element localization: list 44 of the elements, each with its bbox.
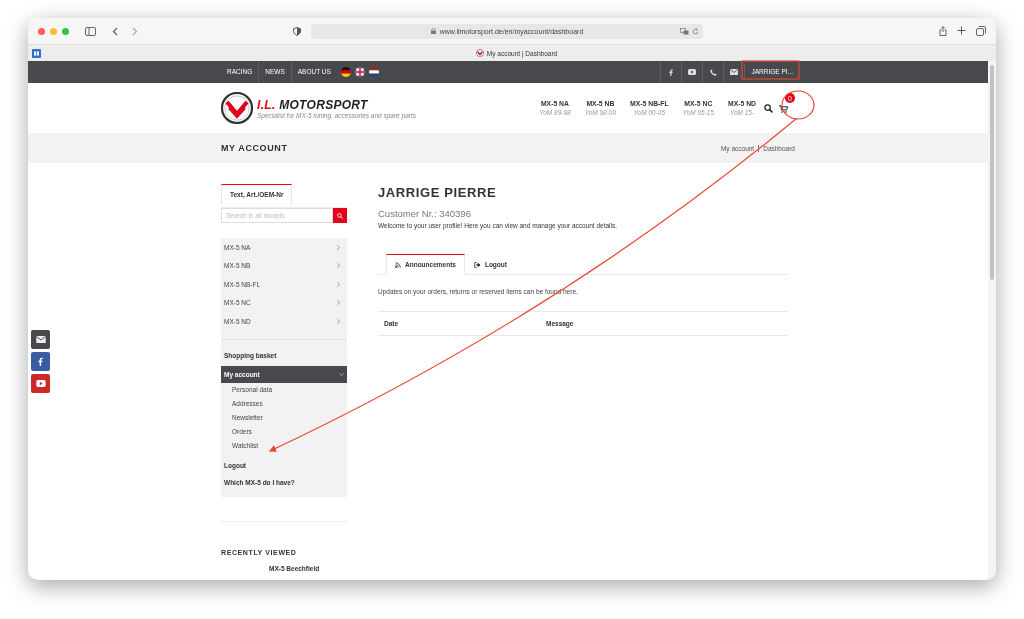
youtube-button[interactable] xyxy=(31,374,50,393)
favicon-icon xyxy=(475,49,484,57)
reload-icon[interactable] xyxy=(692,27,699,35)
rss-icon xyxy=(395,261,401,268)
facebook-icon[interactable] xyxy=(669,68,674,76)
facebook-icon xyxy=(38,357,43,366)
mail-button[interactable] xyxy=(31,330,50,349)
mail-icon xyxy=(35,336,46,343)
youtube-icon[interactable] xyxy=(688,69,697,75)
shield-icon[interactable] xyxy=(293,26,301,36)
page-title: MY ACCOUNT xyxy=(221,143,288,153)
flag-icon[interactable] xyxy=(340,67,351,77)
phone-icon[interactable] xyxy=(709,68,717,76)
scrollbar-thumb[interactable] xyxy=(990,65,994,280)
extension-icon[interactable] xyxy=(32,48,41,58)
back-icon[interactable] xyxy=(112,26,118,36)
highlight-box xyxy=(741,60,800,80)
chevron-icon xyxy=(336,244,341,250)
translate-icon[interactable] xyxy=(680,27,689,35)
customer-name: JARRIGE PIERRE xyxy=(378,185,498,200)
logo-icon[interactable] xyxy=(221,92,253,124)
search-icon xyxy=(337,212,343,219)
chevron-icon xyxy=(336,300,341,306)
share-icon[interactable] xyxy=(939,26,947,36)
highlight-ellipse xyxy=(781,90,815,120)
customer-number: Customer Nr.: 340396 xyxy=(378,208,472,219)
plus-icon[interactable] xyxy=(957,26,966,35)
search-icon[interactable] xyxy=(764,103,773,113)
youtube-icon xyxy=(35,380,46,387)
brand-name[interactable]: I.L. MOTORSPORT xyxy=(257,97,416,112)
chevron-icon xyxy=(336,281,341,287)
chevron-icon xyxy=(336,318,341,324)
sidebar-icon[interactable] xyxy=(85,26,96,36)
chevron-icon xyxy=(336,263,341,269)
close-button[interactable] xyxy=(38,27,45,35)
tabs-icon[interactable] xyxy=(976,26,986,36)
flag-icon[interactable] xyxy=(368,67,379,77)
chevron-icon xyxy=(339,371,344,377)
mail-icon[interactable] xyxy=(730,69,739,75)
cart-icon[interactable] xyxy=(779,105,788,113)
lock-icon xyxy=(430,28,436,34)
facebook-button[interactable] xyxy=(31,352,50,371)
flag-icon[interactable] xyxy=(354,67,365,77)
exit-icon xyxy=(473,261,481,268)
